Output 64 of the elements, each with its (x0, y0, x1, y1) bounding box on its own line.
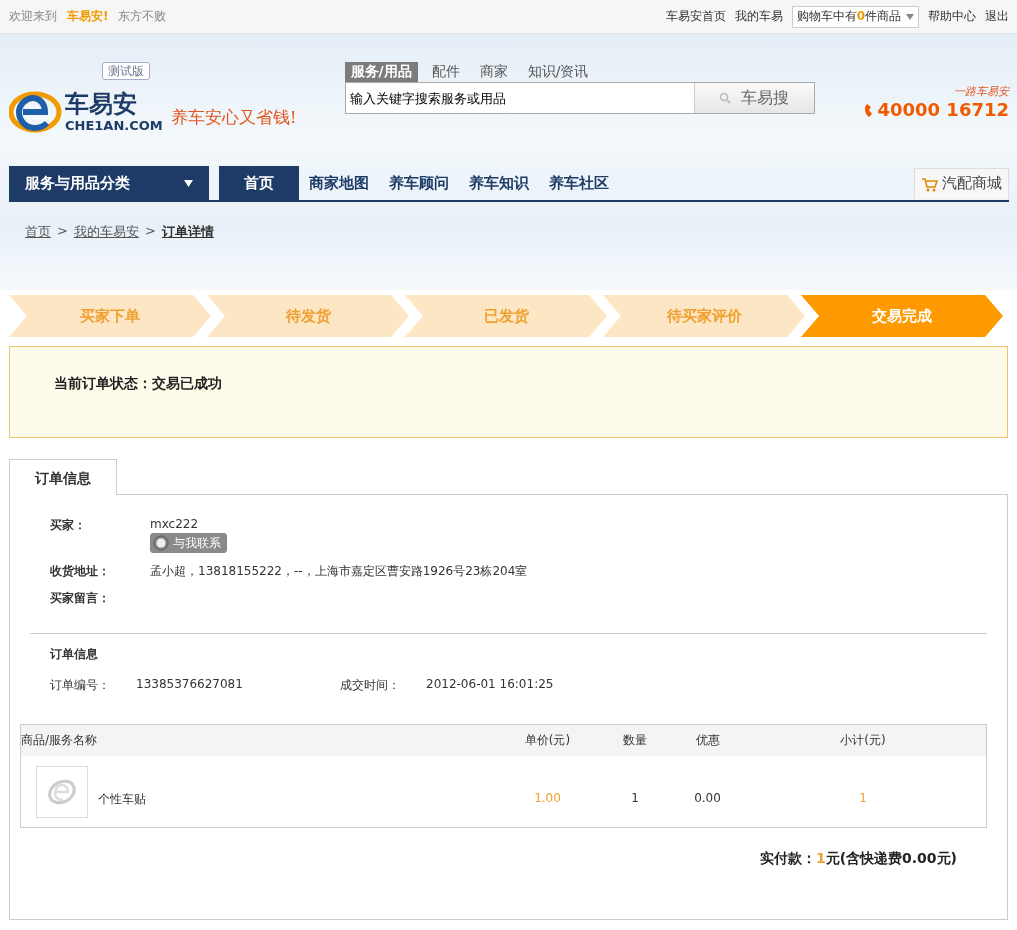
top-link[interactable]: 帮助中心 (928, 8, 976, 25)
column-header: 优惠 (694, 732, 721, 749)
logo-domain: CHE1AN.COM (65, 117, 163, 133)
logo-name: 车易安 (65, 89, 138, 118)
field-label: 订单编号： (50, 677, 111, 694)
cart-dropdown[interactable]: 购物车中有0件商品 (791, 5, 919, 28)
search-tab[interactable]: 商家 (473, 62, 514, 82)
order-time: 2012-06-01 16:01:25 (426, 677, 555, 693)
table-cell-text: 1 (858, 790, 868, 807)
panel-tab[interactable]: 订单信息 (9, 459, 117, 495)
column-header: 数量 (622, 732, 648, 749)
nav-link[interactable]: 养车社区 (539, 166, 619, 200)
column-header: 小计(元) (839, 732, 887, 749)
cart-icon (921, 175, 939, 192)
test-badge: 测试版 (102, 62, 150, 80)
field-label: 收货地址： (50, 563, 111, 580)
welcome-text: 欢迎来到 (9, 8, 57, 25)
progress-step: 交易完成 (801, 295, 1003, 337)
field-label: 买家： (50, 517, 87, 534)
field-label: 成交时间： (340, 677, 401, 694)
caret-icon (184, 178, 193, 188)
logo-icon (47, 777, 77, 807)
progress-step: 买家下单 (9, 295, 211, 337)
section-heading: 订单信息 (48, 646, 99, 663)
tagline-text: 养车安心又省钱! (170, 106, 297, 129)
progress-step: 待买家评价 (603, 295, 805, 337)
breadcrumb-separator: > (144, 223, 156, 240)
address-text: 孟小超，13818155222，--，上海市嘉定区曹安路1926号23栋204室 (150, 563, 529, 580)
top-link[interactable]: 车易安首页 (665, 8, 726, 25)
search-tab[interactable]: 服务/用品 (344, 62, 418, 82)
breadcrumb-link[interactable]: 订单详情 (161, 223, 214, 241)
breadcrumb-link[interactable]: 首页 (25, 223, 51, 241)
search-tab[interactable]: 知识/资讯 (521, 62, 595, 82)
table-cell-text: 1 (630, 790, 640, 807)
hotline-number: 40000 16712 (877, 99, 1009, 120)
progress-step: 待发货 (207, 295, 409, 337)
table-cell-text: 0.00 (693, 790, 722, 807)
column-header: 商品/服务名称 (21, 732, 99, 749)
slogan-text: 东方不败 (118, 8, 167, 25)
hotline-caption: 一路车易安 (954, 84, 1009, 99)
order-status-text: 当前订单状态：交易已成功 (54, 375, 222, 391)
field-label: 买家留言： (50, 590, 111, 607)
buyer-name: mxc222 (150, 517, 200, 531)
caret-icon (905, 11, 915, 22)
search-tab[interactable]: 配件 (425, 62, 466, 82)
category-menu[interactable]: 服务与用品分类 (9, 166, 209, 200)
total-amount: 实付款：1元(含快递费0.00元) (759, 850, 957, 866)
top-link[interactable]: 我的车易 (734, 8, 783, 25)
top-link[interactable]: 退出 (985, 8, 1009, 25)
breadcrumb-link[interactable]: 我的车易安 (73, 223, 139, 241)
nav-link[interactable]: 商家地图 (299, 166, 379, 200)
order-number: 13385376627081 (136, 677, 244, 693)
mall-button[interactable]: 汽配商城 (914, 167, 1009, 199)
nav-link[interactable]: 首页 (219, 166, 299, 200)
nav-link[interactable]: 养车知识 (459, 166, 539, 200)
breadcrumb-separator: > (57, 223, 68, 240)
search-icon (719, 92, 732, 104)
nav-link[interactable]: 养车顾问 (379, 166, 459, 200)
search-button[interactable]: 车易搜 (693, 83, 814, 113)
progress-step: 已发货 (405, 295, 607, 337)
table-cell-text: 1.00 (533, 790, 562, 807)
column-header: 单价(元) (523, 732, 572, 749)
product-name[interactable]: 个性车贴 (98, 766, 146, 818)
search-field[interactable]: 输入关键字搜索服务或用品 车易搜 (344, 82, 815, 114)
